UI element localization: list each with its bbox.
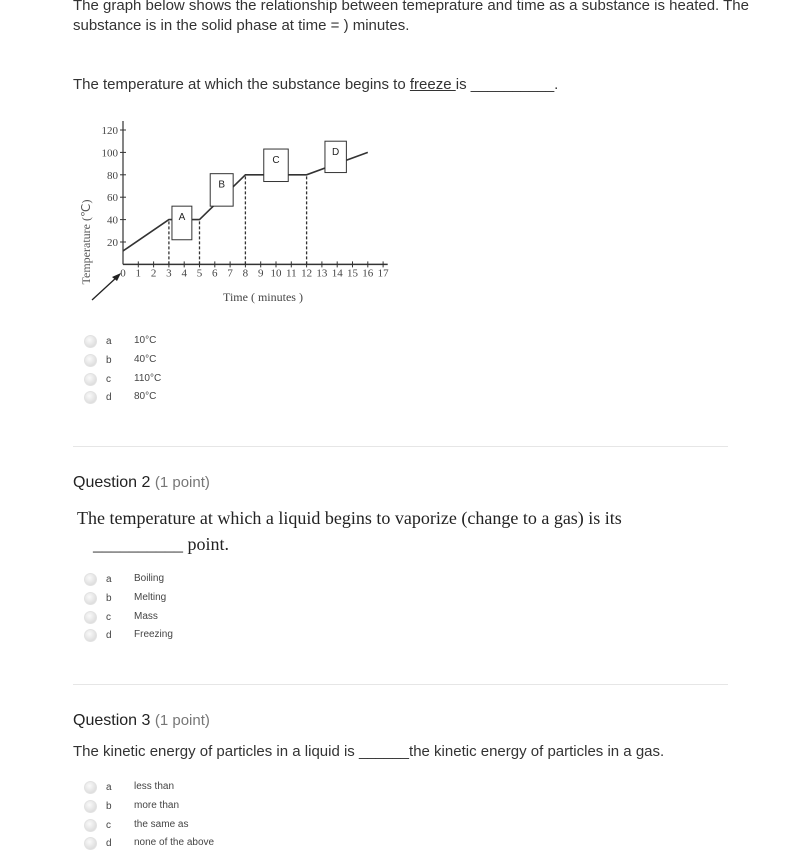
- x-tick-label: 13: [316, 267, 328, 279]
- radio-button[interactable]: [84, 335, 97, 348]
- radio-button[interactable]: [84, 837, 97, 851]
- x-tick-label: 8: [243, 267, 249, 279]
- option-letter: b: [106, 354, 112, 366]
- x-tick-label: 0: [120, 267, 126, 279]
- x-tick-label: 10: [271, 267, 283, 279]
- x-axis-label: Time ( minutes ): [223, 290, 303, 304]
- arrow-icon: [91, 276, 118, 301]
- option-letter: b: [106, 592, 112, 604]
- question-2-points: (1 point): [154, 474, 210, 491]
- prompt-text: The temperature at which the substance b…: [73, 76, 410, 93]
- radio-button[interactable]: [84, 610, 97, 624]
- radio-button[interactable]: [84, 781, 97, 794]
- x-tick-label: 11: [286, 267, 297, 279]
- question-3-body: The kinetic energy of particles in a liq…: [73, 743, 665, 760]
- freeze-word: freeze: [409, 76, 456, 93]
- region-label: D: [332, 147, 339, 158]
- x-tick-label: 2: [151, 267, 157, 279]
- option-letter: c: [106, 611, 111, 623]
- y-tick-label: 80: [107, 170, 119, 182]
- option-letter: c: [106, 819, 111, 831]
- x-tick-label: 9: [258, 267, 264, 279]
- option-letter: c: [106, 373, 111, 385]
- option-text: Boiling: [134, 573, 165, 584]
- option-text: 110°C: [134, 372, 162, 384]
- x-tick-label: 14: [332, 267, 344, 279]
- option-text: none of the above: [134, 837, 215, 849]
- y-tick-label: 100: [102, 147, 119, 159]
- x-tick-label: 7: [227, 267, 233, 279]
- x-tick-label: 1: [136, 267, 142, 279]
- question-2-line2: __________ point.: [93, 534, 230, 554]
- prompt-blank: is __________.: [455, 76, 559, 93]
- radio-button[interactable]: [84, 591, 97, 605]
- temperature-time-graph: Temperature (℃) Time ( minutes ) 0123456…: [79, 121, 390, 304]
- option-text: 40°C: [134, 353, 157, 365]
- x-tick-label: 17: [378, 267, 390, 279]
- question-3-title: Question 3: [73, 712, 151, 729]
- divider: [73, 446, 728, 447]
- y-axis-label: Temperature (℃): [79, 200, 93, 285]
- radio-button[interactable]: [84, 573, 97, 586]
- region-label: C: [272, 155, 279, 166]
- option-letter: a: [106, 336, 112, 347]
- y-tick-label: 40: [107, 215, 119, 227]
- option-text: Melting: [134, 591, 167, 603]
- x-tick-label: 6: [212, 267, 218, 279]
- option-letter: d: [106, 838, 112, 850]
- option-text: 80°C: [134, 391, 157, 403]
- question-3-points: (1 point): [154, 712, 210, 729]
- option-letter: d: [106, 630, 112, 642]
- y-tick-label: 60: [107, 192, 119, 204]
- question-2-line1: The temperature at which a liquid begins…: [77, 508, 622, 528]
- x-tick-label: 3: [166, 267, 172, 279]
- radio-button[interactable]: [84, 372, 97, 386]
- region-label: B: [218, 180, 225, 191]
- option-letter: b: [106, 800, 112, 812]
- option-letter: d: [106, 392, 112, 404]
- question-3-heading: Question 3 (1 point): [73, 712, 210, 730]
- option-letter: a: [106, 782, 112, 793]
- question-1-intro: The graph below shows the relationship b…: [73, 0, 749, 34]
- divider: [73, 684, 728, 685]
- radio-button[interactable]: [84, 818, 97, 832]
- option-letter: a: [106, 574, 112, 585]
- option-text: Freezing: [134, 629, 173, 641]
- x-tick-label: 5: [197, 267, 203, 279]
- option-text: the same as: [134, 818, 189, 830]
- radio-button[interactable]: [84, 391, 97, 405]
- option-text: less than: [134, 781, 175, 792]
- option-text: Mass: [134, 610, 158, 622]
- question-2-heading: Question 2 (1 point): [73, 474, 210, 492]
- option-text: more than: [134, 799, 180, 811]
- y-tick-label: 120: [102, 125, 119, 137]
- radio-button[interactable]: [84, 799, 97, 813]
- y-tick-label: 20: [107, 237, 119, 249]
- radio-button[interactable]: [84, 629, 97, 643]
- x-tick-label: 12: [301, 267, 312, 279]
- radio-button[interactable]: [84, 353, 97, 367]
- region-label: A: [179, 212, 186, 223]
- x-tick-label: 15: [347, 267, 359, 279]
- option-text: 10°C: [134, 335, 157, 346]
- question-1-prompt: The temperature at which the substance b…: [73, 76, 558, 93]
- x-tick-label: 4: [181, 267, 187, 279]
- question-2-title: Question 2: [73, 474, 151, 491]
- x-tick-label: 16: [362, 267, 374, 279]
